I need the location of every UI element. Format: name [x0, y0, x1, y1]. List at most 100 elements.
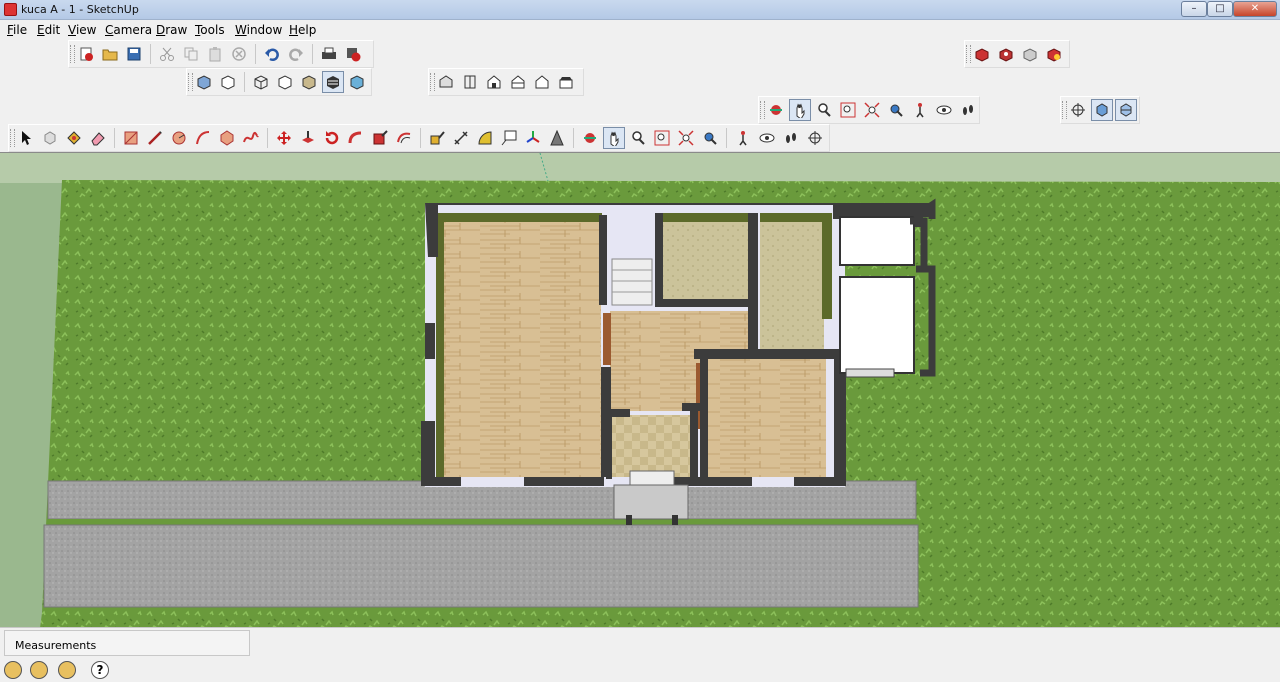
save-button[interactable] [123, 43, 145, 65]
model-scene[interactable] [0, 153, 1280, 627]
zoom-window-tool-button[interactable] [651, 127, 673, 149]
model-info-button[interactable] [342, 43, 364, 65]
make-component-button[interactable] [39, 127, 61, 149]
maximize-button[interactable]: □ [1207, 1, 1233, 17]
paste-button[interactable] [204, 43, 226, 65]
place-model-button[interactable] [1019, 43, 1041, 65]
open-button[interactable] [99, 43, 121, 65]
toggle-terrain-button[interactable] [995, 43, 1017, 65]
position-camera-button[interactable] [909, 99, 931, 121]
front-view-button[interactable] [483, 71, 505, 93]
offset-tool-button[interactable] [393, 127, 415, 149]
wall-top-green [436, 213, 602, 222]
polygon-tool-button[interactable] [216, 127, 238, 149]
iso-view-button[interactable] [435, 71, 457, 93]
measurements-box[interactable]: Measurements [4, 630, 250, 656]
minimize-button[interactable]: – [1181, 1, 1207, 17]
cut-button[interactable] [156, 43, 178, 65]
follow-me-button[interactable] [345, 127, 367, 149]
monochrome-button[interactable] [346, 71, 368, 93]
paint-bucket-icon [67, 131, 81, 145]
back-edges-button[interactable] [217, 71, 239, 93]
annex-room-upper [839, 216, 915, 266]
text-tool-button[interactable] [498, 127, 520, 149]
menu-help[interactable]: Help [289, 23, 316, 37]
pan-tool-button[interactable] [603, 127, 625, 149]
look-around-tool-button[interactable] [756, 127, 778, 149]
zoom-extents-tool-button[interactable] [675, 127, 697, 149]
print-button[interactable] [318, 43, 340, 65]
paint-bucket-button[interactable] [63, 127, 85, 149]
back-view-button[interactable] [531, 71, 553, 93]
menu-tools[interactable]: Tools [195, 23, 225, 37]
section-plane-tool-button[interactable] [804, 127, 826, 149]
orbit-button[interactable] [765, 99, 787, 121]
protractor-button[interactable] [474, 127, 496, 149]
menu-window[interactable]: Window [235, 23, 282, 37]
shaded-textures-cube-icon [327, 76, 339, 89]
arc-tool-button[interactable] [192, 127, 214, 149]
copyright-icon[interactable] [58, 661, 76, 679]
zoom-extents-button[interactable] [861, 99, 883, 121]
rectangle-tool-button[interactable] [120, 127, 142, 149]
menu-draw[interactable]: Draw [156, 23, 187, 37]
zoom-tool-button[interactable] [627, 127, 649, 149]
undo-icon [265, 48, 279, 61]
eraser-button[interactable] [87, 127, 109, 149]
copy-button[interactable] [180, 43, 202, 65]
new-button[interactable] [75, 43, 97, 65]
push-pull-button[interactable] [297, 127, 319, 149]
close-button[interactable]: ✕ [1233, 1, 1277, 17]
rotate-tool-button[interactable] [321, 127, 343, 149]
3d-text-button[interactable] [546, 127, 568, 149]
position-camera-tool-button[interactable] [732, 127, 754, 149]
hidden-line-button[interactable] [274, 71, 296, 93]
freehand-tool-button[interactable] [240, 127, 262, 149]
help-icon[interactable]: ? [91, 661, 109, 679]
undo-button[interactable] [261, 43, 283, 65]
display-section-planes-button[interactable] [1091, 99, 1113, 121]
drawing-viewport[interactable] [0, 152, 1280, 627]
redo-button[interactable] [285, 43, 307, 65]
left-view-button[interactable] [555, 71, 577, 93]
xray-button[interactable] [193, 71, 215, 93]
credits-icon[interactable] [30, 661, 48, 679]
look-around-button[interactable] [933, 99, 955, 121]
previous-view-button[interactable] [885, 99, 907, 121]
select-tool-button[interactable] [15, 127, 37, 149]
zoom-window-button[interactable] [837, 99, 859, 121]
walk-button[interactable] [957, 99, 979, 121]
face-style-toolbar [186, 68, 372, 96]
scale-tool-button[interactable] [369, 127, 391, 149]
get-models-button[interactable] [1043, 43, 1065, 65]
line-tool-button[interactable] [144, 127, 166, 149]
pan-button[interactable] [789, 99, 811, 121]
geo-location-icon[interactable] [4, 661, 22, 679]
axes-tool-button[interactable] [522, 127, 544, 149]
menu-edit[interactable]: Edit [37, 23, 60, 37]
scale-icon [373, 130, 388, 145]
menu-file[interactable]: File [7, 23, 27, 37]
sketchup-app-icon[interactable] [4, 3, 17, 16]
section-cuts-icon [1120, 103, 1132, 117]
dimension-tool-button[interactable] [450, 127, 472, 149]
erase-button[interactable] [228, 43, 250, 65]
zoom-button[interactable] [813, 99, 835, 121]
top-view-button[interactable] [459, 71, 481, 93]
previous-view-tool-button[interactable] [699, 127, 721, 149]
arc-icon [196, 131, 210, 145]
display-section-cuts-button[interactable] [1115, 99, 1137, 121]
circle-tool-button[interactable] [168, 127, 190, 149]
shaded-textures-button[interactable] [322, 71, 344, 93]
menu-view[interactable]: View [68, 23, 96, 37]
orbit-tool-button[interactable] [579, 127, 601, 149]
get-current-view-button[interactable] [971, 43, 993, 65]
shaded-button[interactable] [298, 71, 320, 93]
right-view-button[interactable] [507, 71, 529, 93]
menu-camera[interactable]: Camera [105, 23, 152, 37]
section-plane-button[interactable] [1067, 99, 1089, 121]
walk-tool-button[interactable] [780, 127, 802, 149]
tape-measure-button[interactable] [426, 127, 448, 149]
wireframe-button[interactable] [250, 71, 272, 93]
move-tool-button[interactable] [273, 127, 295, 149]
